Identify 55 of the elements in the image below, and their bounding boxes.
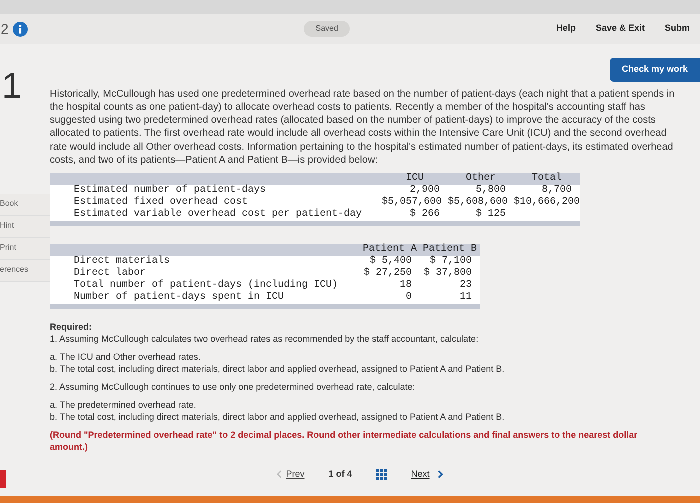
chevron-right-icon — [438, 470, 443, 479]
table-cell-text: 23 — [458, 280, 473, 292]
table-cell-text: 18 — [398, 280, 413, 292]
sub-question-text: a. The ICU and Other overhead rates. — [50, 351, 202, 364]
sub-question-text: a. The predetermined overhead rate. — [50, 399, 198, 412]
required-heading: Required: — [50, 321, 94, 334]
column-header: ICU — [404, 173, 425, 185]
table-cell-text: $5,608,600 — [448, 197, 510, 208]
grid-icon[interactable] — [376, 469, 388, 480]
prev-button[interactable]: Prev — [277, 468, 305, 482]
row-label: Total number of patient-days (including ICU) — [73, 280, 340, 292]
table-cell-text: $ 7,100 — [428, 256, 473, 268]
info-icon[interactable] — [12, 22, 28, 36]
intro-paragraph: Historically, McCullough has used one predetermined overhead rate based on the number of patient-days (each night that a patient spends in the hospital counts as one patient-day) to allocate overhead costs to patients. Recently a member of the hospital's accounting staff has suggested using two predetermined overhead rates (allocated based on the number of patient-days) to improve the accuracy of the costs allocated to patients. The first overhead rate would include all overhead costs within the Intensive Care Unit (ICU) and the second overhead rate would include all Other overhead costs. Information pertaining to the hospital's estimated number of patient-days, its estimated overhead costs, and two of its patients—Patient A and Patient B—is provided below: — [50, 88, 675, 168]
chevron-left-icon — [277, 470, 282, 479]
sidebar-item[interactable]: Hint — [0, 216, 50, 238]
column-header: Patient A — [362, 244, 418, 256]
sub-question-text: b. The total cost, including direct materials, direct labor and applied overhead, assigned to Patient A and Patient B. — [50, 411, 506, 424]
table-cell-text: $ 125 — [474, 209, 507, 222]
header-link[interactable]: Save & Exit — [586, 22, 655, 36]
question-number: 1 — [1, 68, 24, 104]
table-cell-text: 0 — [404, 292, 413, 304]
table-cell-text: 8,700 — [540, 185, 573, 196]
question-text: 1. Assuming McCullough calculates two overhead rates as recommended by the staff accountant, calculate: — [50, 333, 480, 346]
header-link[interactable]: Subm — [654, 22, 700, 36]
row-label: Estimated variable overhead cost per patient-day — [73, 209, 364, 222]
table-cell-text: $ 5,400 — [368, 256, 413, 268]
table-cell: $10,666,200 — [514, 197, 580, 210]
question-text: 2. Assuming McCullough continues to use only one predetermined overhead rate, calculate: — [50, 381, 416, 394]
column-header: Other — [464, 173, 497, 185]
header-link[interactable]: Help — [546, 22, 586, 36]
sidebar-item[interactable]: erences — [0, 260, 50, 282]
row-label: Direct labor — [73, 268, 148, 280]
row-label: Estimated number of patient-days — [73, 185, 268, 196]
check-my-work-button[interactable]: Check my work — [610, 58, 700, 82]
rounding-note: (Round "Predetermined overhead rate" to 2 decimal places. Round other intermediate calculations and final answers to the nearest dollar amount.) — [50, 429, 639, 454]
table-cell-text: $5,057,600 — [382, 197, 444, 208]
table-cell-text: 2,900 — [408, 185, 441, 196]
row-label: Estimated fixed overhead cost — [73, 197, 250, 208]
row-label: Number of patient-days spent in ICU — [73, 292, 286, 304]
row-label: Direct materials — [73, 256, 172, 268]
sidebar-item[interactable]: Book — [0, 194, 50, 216]
next-button[interactable]: Next — [411, 468, 443, 482]
table-cell-text: $ 266 — [408, 209, 441, 222]
table-cell-text: 11 — [458, 292, 473, 304]
column-header: Patient B — [422, 244, 478, 256]
table-cell-text: $ 27,250 — [362, 268, 413, 280]
table-cell-text: $ 37,800 — [422, 268, 473, 280]
saved-status: Saved — [304, 21, 350, 37]
table-cell-text: 5,800 — [474, 185, 507, 196]
column-header: Total — [530, 173, 563, 185]
page-position: 1 of 4 — [328, 468, 352, 481]
question-number: 2 — [1, 20, 9, 38]
sidebar-item[interactable]: Print — [0, 238, 50, 260]
sub-question-text: b. The total cost, including direct materials, direct labor and applied overhead, assigned to Patient A and Patient B. — [50, 363, 506, 376]
